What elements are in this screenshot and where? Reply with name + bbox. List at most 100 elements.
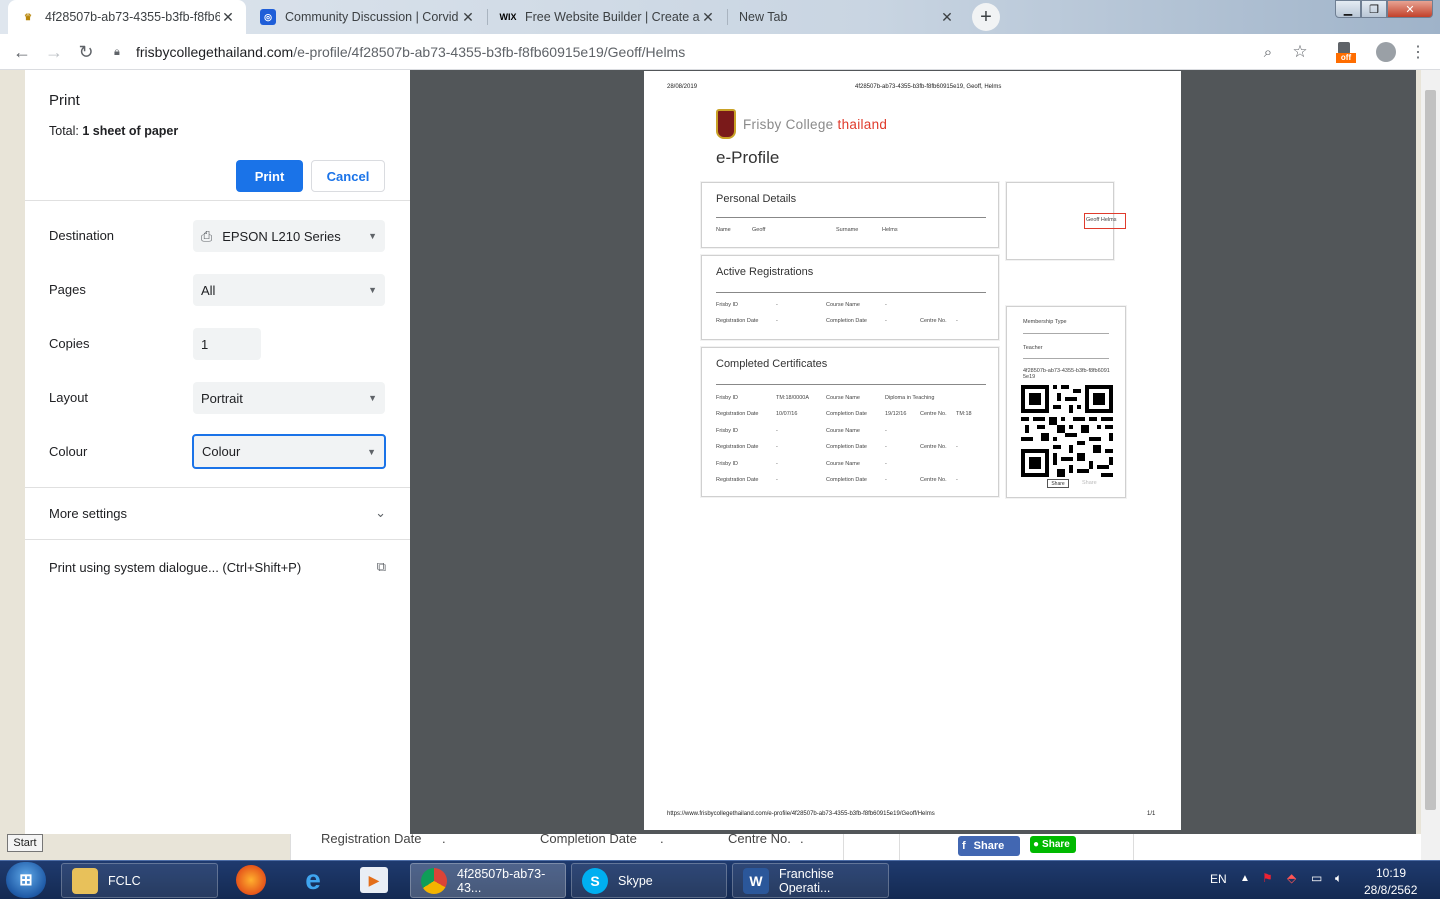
field-label: Course Name [826, 302, 860, 308]
clock-time[interactable]: 10:19 [1376, 866, 1406, 880]
minimize-button[interactable]: ▁ [1335, 0, 1361, 18]
taskbar-item-skype[interactable]: S Skype [571, 863, 727, 898]
language-indicator[interactable]: EN [1210, 872, 1227, 886]
field-value: - [776, 428, 778, 434]
maximize-button[interactable]: ❐ [1361, 0, 1387, 18]
close-tab-icon[interactable]: ✕ [460, 9, 476, 26]
skype-icon: S [582, 867, 608, 894]
total-label: Total: [49, 124, 79, 138]
tab-wix[interactable]: WIX Free Website Builder | Create a Fr ✕ [488, 0, 726, 34]
more-settings-toggle[interactable]: More settings ⌄ [49, 505, 386, 521]
total-value: 1 sheet of paper [82, 124, 179, 138]
close-window-button[interactable]: ✕ [1387, 0, 1433, 18]
menu-dots-icon[interactable]: ⋮ [1406, 40, 1430, 64]
field-value: - [776, 461, 778, 467]
system-dialog-link[interactable]: Print using system dialogue... (Ctrl+Shi… [49, 559, 386, 575]
field-value: - [885, 302, 887, 308]
close-tab-icon[interactable]: ✕ [700, 9, 716, 26]
word-icon: W [743, 867, 769, 894]
taskbar-item-word[interactable]: W Franchise Operati... [732, 863, 889, 898]
membership-card: Membership Type Teacher 4f28507b-ab73-43… [1006, 306, 1126, 498]
crest-icon: ♛ [23, 11, 33, 22]
tab-title: Free Website Builder | Create a Fr [525, 10, 700, 24]
action-center-flag-icon[interactable]: ⚑ [1262, 871, 1273, 885]
facebook-share-button[interactable]: f Share [958, 836, 1020, 856]
more-settings-label: More settings [49, 505, 128, 521]
extension-icon[interactable]: off [1334, 42, 1356, 64]
media-player-icon[interactable]: ▶ [360, 867, 388, 893]
line-share-button[interactable]: ● Share [1030, 836, 1076, 853]
address-bar[interactable]: 🔒︎ frisbycollegethailand.com/e-profile/4… [108, 37, 1288, 67]
update-icon[interactable]: ⬘ [1287, 871, 1296, 885]
print-total: Total: 1 sheet of paper [49, 124, 178, 138]
zoom-icon[interactable]: ⌕ [1256, 40, 1280, 64]
tab-eprofile[interactable]: ♛ 4f28507b-ab73-4355-b3fb-f8fb6 ✕ [8, 0, 246, 34]
tab-corvid[interactable]: ◎ Community Discussion | Corvid F ✕ [248, 0, 486, 34]
lock-icon: 🔒︎ [114, 45, 120, 58]
eprofile-title: e-Profile [716, 148, 780, 167]
pages-select[interactable]: All ▼ [193, 274, 385, 306]
destination-label: Destination [49, 228, 115, 243]
qr-code [1021, 385, 1113, 477]
facebook-icon: f [962, 840, 966, 852]
start-button[interactable]: ⊞ [6, 862, 46, 898]
field-value: - [885, 428, 887, 434]
preview-scrollbar[interactable] [1421, 70, 1440, 860]
share-button[interactable]: Share [1047, 479, 1069, 488]
field-label: Frisby ID [716, 302, 738, 308]
chevron-down-icon: ▼ [367, 446, 376, 457]
volume-icon[interactable]: 🔈︎ [1335, 871, 1342, 886]
new-tab-button[interactable]: + [972, 3, 1000, 31]
active-registrations-card: Active Registrations Frisby ID - Course … [701, 255, 999, 340]
layout-label: Layout [49, 390, 89, 405]
bookmark-star-icon[interactable]: ☆ [1288, 40, 1312, 64]
tab-title: Community Discussion | Corvid F [285, 10, 460, 24]
back-icon[interactable]: ← [10, 40, 34, 64]
surname-value: Helms [882, 227, 898, 233]
internet-explorer-icon[interactable]: e [298, 865, 328, 895]
photo-card: Geoff Helms [1006, 182, 1126, 260]
print-button[interactable]: Print [236, 160, 303, 192]
field-label: Centre No. [920, 444, 947, 450]
field-value: - [956, 444, 958, 450]
copies-value: 1 [201, 336, 209, 352]
preview-footer-page: 1/1 [1147, 811, 1156, 817]
copies-input[interactable]: 1 [193, 328, 261, 360]
cancel-button[interactable]: Cancel [311, 160, 385, 192]
layout-select[interactable]: Portrait ▼ [193, 382, 385, 414]
name-value: Geoff [752, 227, 766, 233]
profile-avatar[interactable] [1376, 42, 1396, 62]
background-page-content: Registration Date . Completion Date . Ce… [290, 831, 1421, 860]
destination-select[interactable]: ⎙ EPSON L210 Series ▼ [193, 220, 385, 252]
close-tab-icon[interactable]: ✕ [939, 9, 955, 26]
membership-type-value: Teacher [1023, 345, 1043, 351]
field-label: Completion Date [826, 411, 867, 417]
field-value: - [956, 318, 958, 324]
open-external-icon: ⧉ [376, 559, 386, 574]
tab-strip: ♛ 4f28507b-ab73-4355-b3fb-f8fb6 ✕ ◎ Comm… [0, 0, 1440, 34]
forward-icon[interactable]: → [42, 40, 66, 64]
chevron-down-icon: ▼ [368, 285, 377, 295]
preview-header-title: 4f28507b-ab73-4355-b3fb-f8fb60915e19, Ge… [855, 84, 1002, 90]
clock-date[interactable]: 28/8/2562 [1364, 883, 1417, 897]
field-value: - [776, 302, 778, 308]
taskbar-item-fclc[interactable]: FCLC [61, 863, 218, 898]
fb-share-label: Share [973, 840, 1005, 852]
system-dialog-label: Print using system dialogue... (Ctrl+Shi… [49, 559, 302, 575]
field-value: TM:18/0000A [776, 395, 810, 401]
completed-certificates-card: Completed Certificates Frisby ID TM:18/0… [701, 347, 999, 497]
scrollbar-thumb[interactable] [1425, 90, 1436, 810]
preview-header-date: 28/08/2019 [667, 84, 698, 90]
reload-icon[interactable]: ↻ [74, 40, 98, 64]
field-label: Registration Date [716, 477, 759, 483]
network-icon[interactable]: ▭ [1311, 871, 1322, 885]
brand-country: thailand [837, 117, 888, 132]
share-button[interactable]: Share [1082, 480, 1097, 486]
firefox-icon[interactable] [236, 865, 266, 895]
show-hidden-icons-icon[interactable]: ▲ [1240, 873, 1250, 884]
taskbar-item-chrome[interactable]: 4f28507b-ab73-43... [410, 863, 566, 898]
tab-newtab[interactable]: New Tab ✕ [727, 0, 965, 34]
field-value: - [776, 318, 778, 324]
close-tab-icon[interactable]: ✕ [220, 9, 236, 26]
colour-select[interactable]: Colour ▼ [192, 434, 386, 469]
